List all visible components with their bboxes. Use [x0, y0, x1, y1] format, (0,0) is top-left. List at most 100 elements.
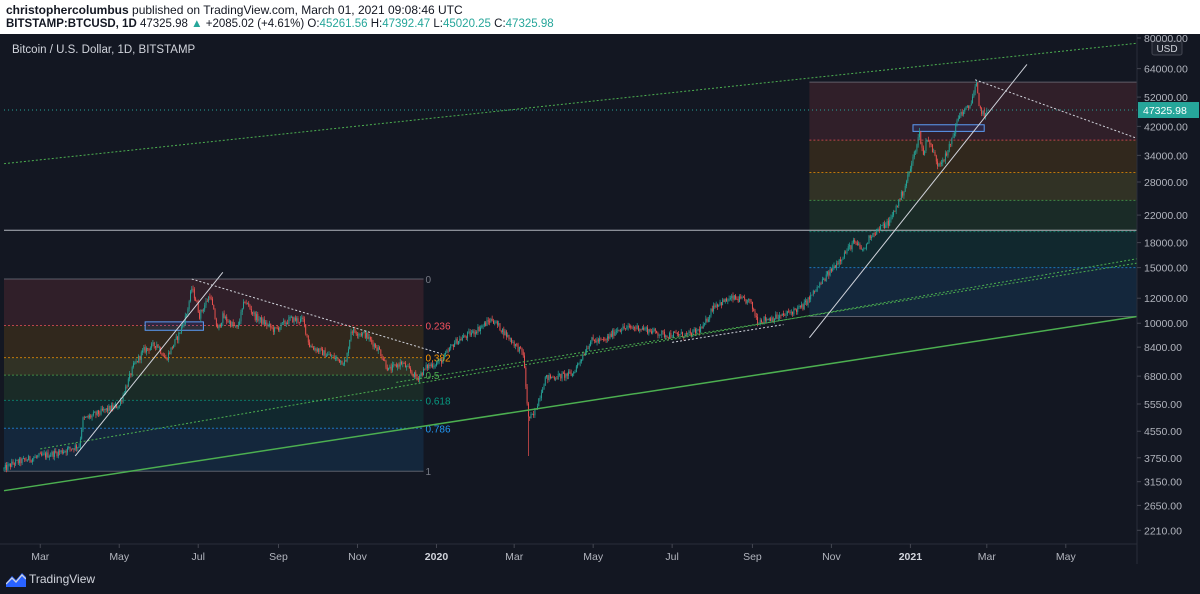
- candle-body: [204, 305, 206, 310]
- candle-body: [521, 347, 523, 352]
- candle-body: [385, 360, 387, 368]
- candle-body: [337, 357, 339, 360]
- candle-body: [872, 233, 874, 238]
- candle-body: [28, 456, 30, 461]
- candle-body: [739, 296, 740, 302]
- candle-body: [13, 463, 15, 465]
- candle-body: [372, 342, 374, 347]
- candle-body: [978, 92, 980, 107]
- candle-body: [26, 460, 28, 462]
- candle-body: [415, 372, 417, 377]
- candle-body: [959, 115, 961, 119]
- candle-body: [568, 371, 570, 376]
- candle-body: [581, 359, 582, 362]
- candle-body: [877, 228, 879, 230]
- candle-body: [221, 322, 222, 327]
- candle-body: [807, 297, 809, 305]
- chart-area[interactable]: Bitcoin / U.S. Dollar, 1D, BITSTAMP 0 0.23…: [0, 34, 1200, 564]
- candle-body: [107, 408, 109, 411]
- candle-body: [618, 329, 620, 331]
- candle-body: [353, 328, 355, 333]
- candle-body: [51, 451, 53, 456]
- candle-body: [219, 324, 221, 327]
- candle-body: [404, 363, 406, 368]
- candle-body: [73, 448, 75, 450]
- zone-rectangle: [144, 321, 204, 331]
- fib-zone-band: [809, 200, 1137, 232]
- candle-body: [679, 334, 681, 336]
- candle-body: [759, 320, 761, 324]
- candle-body: [588, 345, 590, 349]
- candle-body: [215, 319, 217, 326]
- candle-body: [742, 297, 744, 298]
- candle-body: [6, 465, 8, 470]
- candle-body: [274, 327, 276, 332]
- candle-body: [152, 342, 154, 344]
- candle-body: [630, 325, 632, 328]
- candle-body: [846, 250, 848, 254]
- candle-body: [388, 367, 390, 371]
- author-name[interactable]: christophercolumbus: [6, 3, 129, 17]
- candle-body: [340, 360, 342, 363]
- candle-body: [126, 386, 128, 388]
- candle-body: [390, 366, 392, 371]
- candle-body: [433, 365, 435, 368]
- candle-body: [612, 330, 614, 337]
- candle-body: [259, 317, 261, 320]
- candle-body: [228, 321, 230, 323]
- price-chart[interactable]: Bitcoin / U.S. Dollar, 1D, BITSTAMP 0 0.23…: [0, 34, 1200, 564]
- candle-body: [680, 332, 682, 335]
- candle-body: [338, 359, 340, 363]
- candle-body: [143, 347, 145, 351]
- candle-body: [896, 205, 898, 207]
- candle-body: [336, 357, 338, 359]
- candle-body: [902, 191, 904, 196]
- candle-body: [638, 325, 639, 331]
- candle-body: [95, 412, 97, 415]
- candle-body: [606, 336, 608, 340]
- candle-body: [773, 319, 775, 322]
- candle-body: [445, 352, 446, 355]
- time-tick-label: Nov: [348, 551, 367, 563]
- brand-label[interactable]: TradingView: [29, 572, 95, 586]
- candle-body: [764, 316, 766, 321]
- candle-body: [762, 322, 764, 323]
- candle-body: [293, 317, 295, 323]
- candle-body: [467, 332, 469, 338]
- candle-body: [130, 373, 132, 376]
- candle-body: [3, 468, 5, 470]
- candle-body: [847, 246, 849, 251]
- candle-body: [565, 373, 567, 378]
- candle-body: [169, 352, 171, 354]
- candle-body: [182, 324, 184, 327]
- candle-body: [470, 332, 472, 336]
- candle-body: [951, 137, 953, 145]
- candle-body: [943, 159, 945, 161]
- candle-body: [205, 301, 207, 306]
- candle-body: [587, 348, 589, 350]
- price-tick-label: 3750.00: [1144, 453, 1182, 465]
- candle-body: [635, 328, 637, 330]
- candle-body: [609, 333, 611, 339]
- candle-body: [487, 320, 489, 322]
- candle-body: [753, 308, 755, 312]
- candle-body: [956, 120, 958, 124]
- candle-body: [8, 463, 10, 465]
- candle-body: [92, 412, 94, 416]
- candle-body: [212, 298, 213, 306]
- candle-body: [158, 347, 160, 349]
- candle-body: [619, 330, 621, 332]
- candle-body: [836, 263, 838, 268]
- candle-body: [375, 344, 377, 348]
- candle-body: [104, 408, 106, 410]
- candle-body: [641, 327, 643, 330]
- candle-body: [498, 323, 500, 325]
- candle-body: [704, 323, 705, 325]
- candle-body: [825, 274, 827, 281]
- candle-body: [795, 309, 797, 312]
- candle-body: [761, 320, 762, 323]
- candle-body: [665, 335, 667, 338]
- candle-body: [579, 361, 581, 363]
- candle-body: [398, 364, 400, 367]
- candle-body: [245, 302, 247, 304]
